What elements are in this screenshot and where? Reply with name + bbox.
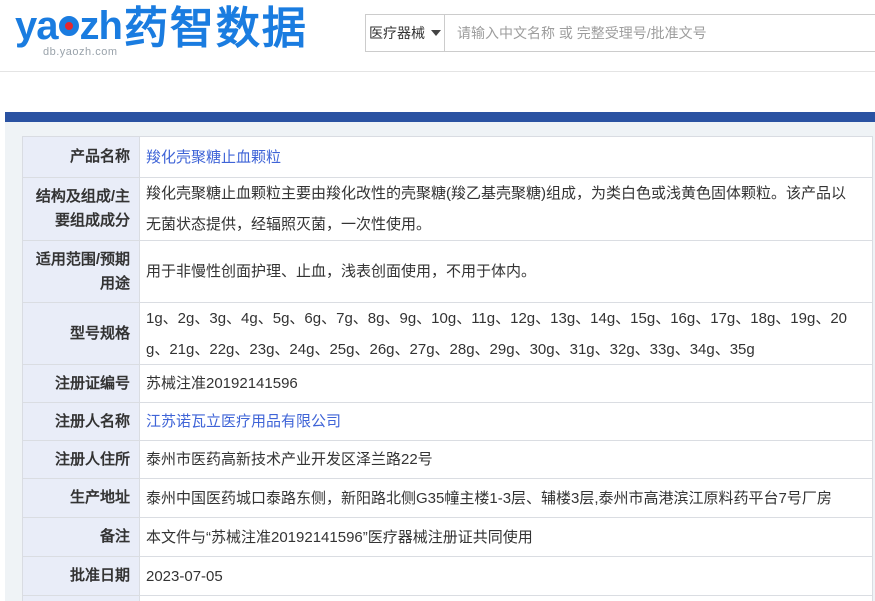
field-label: 注册人名称 [23, 403, 140, 440]
logo-latin-text: yazh [15, 6, 122, 46]
field-value: 苏械注准20192141596 [140, 365, 872, 402]
field-value: 羧化壳聚糖止血颗粒主要由羧化改性的壳聚糖(羧乙基壳聚糖)组成，为类白色或浅黄色固… [140, 178, 872, 240]
field-value: 江苏诺瓦立医疗用品有限公司 [140, 403, 872, 440]
search-bar: 医疗器械 [365, 14, 875, 52]
field-label: 生产地址 [23, 479, 140, 517]
logo-red-dot-o-icon [59, 16, 79, 36]
site-logo[interactable]: yazh db.yaozh.com 药智数据 [15, 6, 308, 58]
table-row: 生产地址 泰州中国医药城口泰路东侧，新阳路北侧G35幢主楼1-3层、辅楼3层,泰… [23, 479, 872, 518]
field-label: 产品名称 [23, 137, 140, 177]
field-label: 备注 [23, 518, 140, 556]
product-name-link[interactable]: 羧化壳聚糖止血颗粒 [146, 142, 281, 173]
table-row: 批准日期 2023-07-05 [23, 557, 872, 596]
table-row: 注册证编号 苏械注准20192141596 [23, 365, 872, 403]
table-row-clipped [23, 596, 872, 601]
table-row: 型号规格 1g、2g、3g、4g、5g、6g、7g、8g、9g、10g、11g、… [23, 303, 872, 365]
field-value [140, 596, 872, 601]
table-row: 备注 本文件与“苏械注准20192141596”医疗器械注册证共同使用 [23, 518, 872, 557]
logo-wordmark: yazh db.yaozh.com [15, 6, 122, 58]
field-label: 结构及组成/主要组成成分 [23, 178, 140, 240]
logo-domain-text: db.yaozh.com [43, 47, 117, 58]
table-row: 产品名称 羧化壳聚糖止血颗粒 [23, 137, 872, 178]
registration-detail-table: 产品名称 羧化壳聚糖止血颗粒 结构及组成/主要组成成分 羧化壳聚糖止血颗粒主要由… [22, 136, 873, 601]
table-row: 适用范围/预期用途 用于非慢性创面护理、止血，浅表创面使用，不用于体内。 [23, 241, 872, 303]
table-row: 注册人住所 泰州市医药高新技术产业开发区泽兰路22号 [23, 441, 872, 479]
table-row: 注册人名称 江苏诺瓦立医疗用品有限公司 [23, 403, 872, 441]
field-label: 注册证编号 [23, 365, 140, 402]
field-value: 2023-07-05 [140, 557, 872, 595]
content-area: 产品名称 羧化壳聚糖止血颗粒 结构及组成/主要组成成分 羧化壳聚糖止血颗粒主要由… [5, 122, 875, 601]
field-value: 泰州市医药高新技术产业开发区泽兰路22号 [140, 441, 872, 478]
search-category-label: 医疗器械 [369, 23, 425, 43]
accent-band [5, 112, 875, 122]
table-row: 结构及组成/主要组成成分 羧化壳聚糖止血颗粒主要由羧化改性的壳聚糖(羧乙基壳聚糖… [23, 178, 872, 241]
field-label: 注册人住所 [23, 441, 140, 478]
site-header: yazh db.yaozh.com 药智数据 医疗器械 [0, 0, 875, 72]
field-value: 本文件与“苏械注准20192141596”医疗器械注册证共同使用 [140, 518, 872, 556]
field-value: 泰州中国医药城口泰路东侧，新阳路北侧G35幢主楼1-3层、辅楼3层,泰州市高港滨… [140, 479, 872, 517]
search-input[interactable] [445, 15, 875, 51]
field-value: 羧化壳聚糖止血颗粒 [140, 137, 872, 177]
logo-chinese-text: 药智数据 [124, 6, 308, 52]
search-category-dropdown[interactable]: 医疗器械 [366, 15, 445, 51]
field-value: 1g、2g、3g、4g、5g、6g、7g、8g、9g、10g、11g、12g、1… [140, 303, 872, 364]
field-value: 用于非慢性创面护理、止血，浅表创面使用，不用于体内。 [140, 241, 872, 302]
field-label [23, 596, 140, 601]
field-label: 型号规格 [23, 303, 140, 364]
registrant-name-link[interactable]: 江苏诺瓦立医疗用品有限公司 [146, 406, 341, 437]
field-label: 批准日期 [23, 557, 140, 595]
field-label: 适用范围/预期用途 [23, 241, 140, 302]
chevron-down-icon [431, 30, 441, 36]
